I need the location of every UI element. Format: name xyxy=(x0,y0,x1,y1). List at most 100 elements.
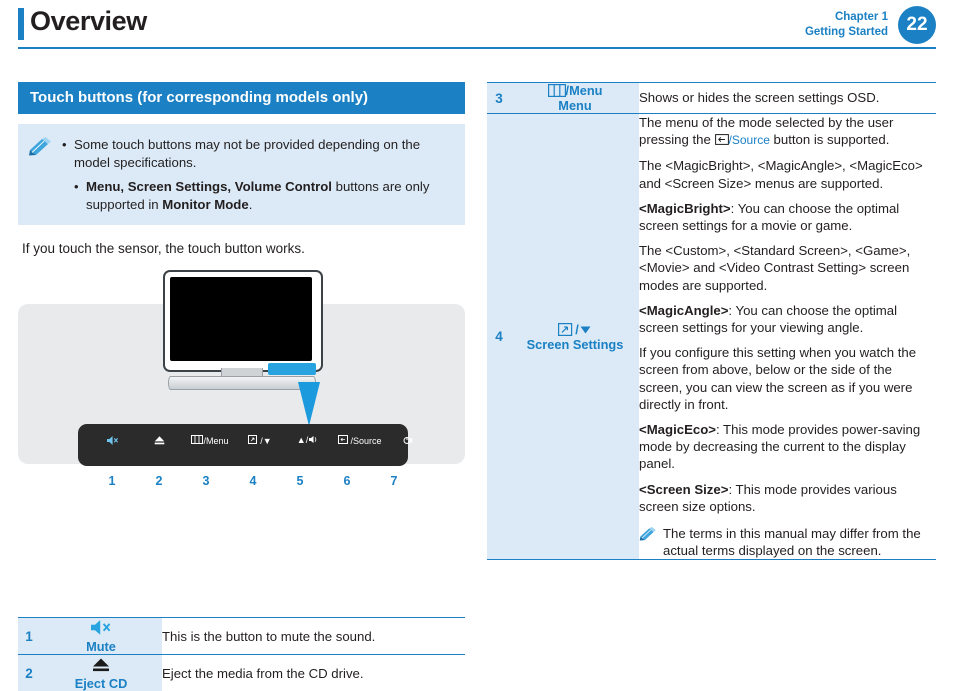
screen-settings-icon xyxy=(248,435,260,444)
callout-number-7: 7 xyxy=(385,474,403,488)
callout-arrow xyxy=(298,382,320,426)
title-accent-bar xyxy=(18,8,24,40)
section-heading: Touch buttons (for corresponding models … xyxy=(18,82,465,114)
right-button-table: 3 /Menu Menu Shows or hides the screen s… xyxy=(487,82,936,560)
touch-button-eject xyxy=(139,435,179,447)
bullet-marker: • xyxy=(62,136,74,171)
inline-note: The terms in this manual may differ from… xyxy=(639,525,936,559)
monitor-illustration: /Menu /▼ ▲/ xyxy=(18,270,465,502)
page-header: Overview Chapter 1 Getting Started 22 xyxy=(0,0,954,54)
chapter-name: Getting Started xyxy=(805,25,888,40)
inline-note-text: The terms in this manual may differ from… xyxy=(663,526,921,558)
note-bold-mode: Monitor Mode xyxy=(162,197,248,212)
volume-icon xyxy=(308,435,319,444)
row-paragraph-magiceco: <MagicEco>: This mode provides power-sav… xyxy=(639,421,936,473)
eject-icon xyxy=(89,655,113,674)
row-icon-cell: / Screen Settings xyxy=(511,114,639,560)
callout-number-2: 2 xyxy=(150,474,168,488)
row-number: 2 xyxy=(18,655,40,691)
touch-area-highlight xyxy=(268,363,316,375)
touch-button-mute xyxy=(92,435,132,447)
source-label: /Source xyxy=(729,133,770,147)
row-paragraph-magicbright: <MagicBright>: You can choose the optima… xyxy=(639,200,936,234)
table-row: 1 Mute This is the button to mute the so… xyxy=(18,618,465,655)
body-paragraph: If you touch the sensor, the touch butto… xyxy=(18,241,465,256)
power-icon xyxy=(402,435,413,446)
monitor-base xyxy=(168,376,316,390)
note-bullet-1: • Some touch buttons may not be provided… xyxy=(62,136,451,171)
table-row: 2 Eject CD Eject the media from the CD d… xyxy=(18,655,465,691)
touch-button-volume: ▲/ xyxy=(286,435,330,445)
touch-button-screen-settings: /▼ xyxy=(238,435,282,446)
row-icon-cell: Eject CD xyxy=(40,655,162,691)
term-magiceco: <MagicEco> xyxy=(639,422,716,437)
touch-button-source-label: /Source xyxy=(350,436,381,446)
row-description: This is the button to mute the sound. xyxy=(162,618,465,655)
term-magicbright: <MagicBright> xyxy=(639,201,731,216)
callout-number-4: 4 xyxy=(244,474,262,488)
chapter-label: Chapter 1 Getting Started xyxy=(805,10,888,40)
touch-button-menu-label: /Menu xyxy=(203,436,228,446)
callout-number-5: 5 xyxy=(291,474,309,488)
monitor-screen xyxy=(170,277,312,361)
down-triangle-icon xyxy=(579,324,592,335)
document-page: Overview Chapter 1 Getting Started 22 To… xyxy=(0,0,954,677)
row-paragraph: The <Custom>, <Standard Screen>, <Game>,… xyxy=(639,242,936,294)
callout-number-1: 1 xyxy=(103,474,121,488)
row-icon-label-line1: /Menu xyxy=(566,83,603,98)
table-row: 3 /Menu Menu Shows or hides the screen s… xyxy=(487,83,936,114)
note-bullet-2-text: Menu, Screen Settings, Volume Control bu… xyxy=(86,178,451,213)
row-paragraph: If you configure this setting when you w… xyxy=(639,344,936,413)
row-paragraph: Shows or hides the screen settings OSD. xyxy=(639,89,936,106)
term-screensize: <Screen Size> xyxy=(639,482,728,497)
mute-icon xyxy=(106,435,119,446)
row-description: Shows or hides the screen settings OSD. xyxy=(639,83,936,114)
note-end-text: . xyxy=(249,197,253,212)
row-number: 3 xyxy=(487,83,511,114)
menu-icon-line: /Menu xyxy=(511,83,639,98)
row-icon-cell: /Menu Menu xyxy=(511,83,639,114)
source-icon xyxy=(715,134,729,145)
page-title: Overview xyxy=(30,6,147,37)
page-number-badge: 22 xyxy=(898,6,936,44)
bullet-marker: • xyxy=(74,178,86,213)
touch-button-menu: /Menu xyxy=(184,435,236,446)
left-column: Touch buttons (for corresponding models … xyxy=(18,82,465,502)
note-box: • Some touch buttons may not be provided… xyxy=(18,124,465,225)
callout-number-6: 6 xyxy=(338,474,356,488)
row-icon-label: Mute xyxy=(86,639,116,654)
right-column: 3 /Menu Menu Shows or hides the screen s… xyxy=(487,82,936,560)
note-bullet-1-text: Some touch buttons may not be provided d… xyxy=(74,136,451,171)
row-paragraph-magicangle: <MagicAngle>: You can choose the optimal… xyxy=(639,302,936,336)
note-bullet-2: • Menu, Screen Settings, Volume Control … xyxy=(74,178,451,213)
left-button-table: 1 Mute This is the button to mute the so… xyxy=(18,617,465,691)
chapter-number: Chapter 1 xyxy=(805,10,888,25)
menu-icon xyxy=(548,84,566,97)
row-icon-cell: Mute xyxy=(40,618,162,655)
row-icon-label: Eject CD xyxy=(75,676,128,691)
row-paragraph-screensize: <Screen Size>: This mode provides variou… xyxy=(639,481,936,515)
touch-button-source: /Source xyxy=(330,435,390,446)
source-icon xyxy=(338,435,350,444)
note-pencil-icon xyxy=(28,136,54,156)
term-magicangle: <MagicAngle> xyxy=(639,303,728,318)
menu-icon xyxy=(191,435,203,444)
screen-settings-icon-line: / xyxy=(511,322,639,337)
touch-button-volume-label: ▲/ xyxy=(297,435,308,445)
row-paragraph: The <MagicBright>, <MagicAngle>, <MagicE… xyxy=(639,157,936,191)
row-description: Eject the media from the CD drive. xyxy=(162,655,465,691)
note-bold-buttons: Menu, Screen Settings, Volume Control xyxy=(86,179,332,194)
table-row: 4 / Screen Settings The menu of the xyxy=(487,114,936,560)
row-icon-label-line2: Menu xyxy=(511,98,639,113)
row-icon-label-line2: Screen Settings xyxy=(511,337,639,352)
touch-button-screen-settings-label: /▼ xyxy=(260,436,271,446)
header-divider xyxy=(18,47,936,49)
eject-icon xyxy=(153,435,166,446)
row-paragraph-source: The menu of the mode selected by the use… xyxy=(639,114,936,149)
mute-icon xyxy=(89,618,113,637)
row-number: 4 xyxy=(487,114,511,560)
touch-button-power xyxy=(390,435,424,447)
row-description: The menu of the mode selected by the use… xyxy=(639,114,936,560)
row-number: 1 xyxy=(18,618,40,655)
callout-number-3: 3 xyxy=(197,474,215,488)
